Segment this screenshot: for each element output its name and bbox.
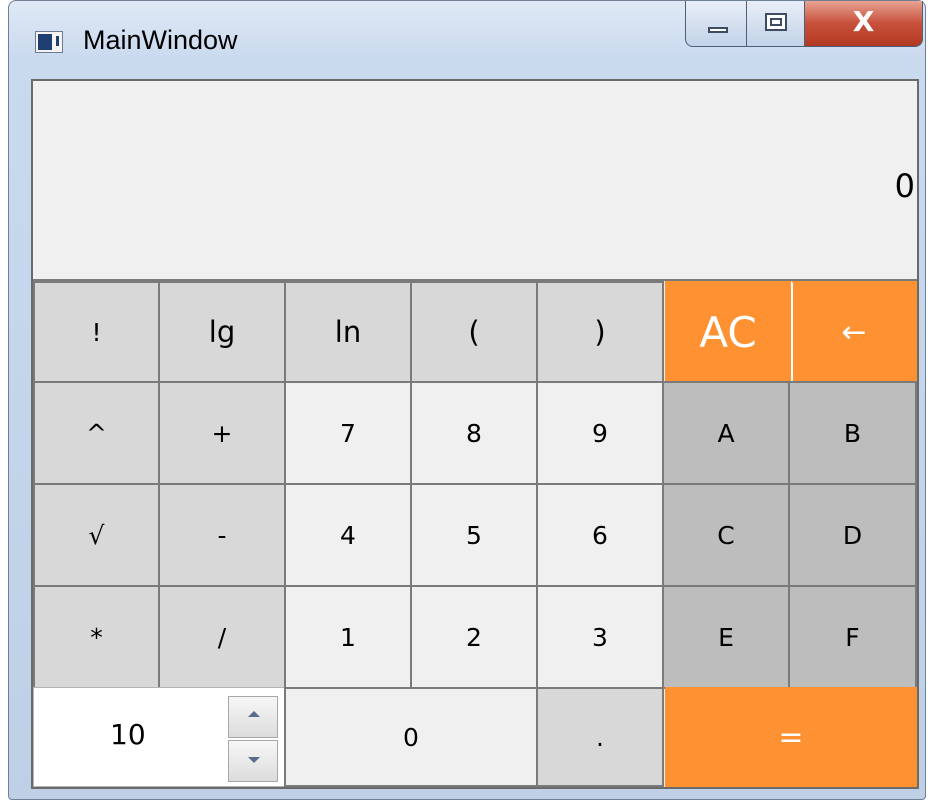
hex-d-button[interactable]: D	[788, 483, 917, 587]
sqrt-button[interactable]: √	[33, 483, 160, 587]
main-window: MainWindow X 0 ! lg ln ( ) AC ← ^ + 7 8 …	[8, 0, 926, 800]
title-bar[interactable]: MainWindow X	[9, 1, 925, 77]
backspace-button[interactable]: ←	[791, 281, 917, 383]
minus-button[interactable]: -	[158, 483, 286, 587]
open-paren-button[interactable]: (	[410, 281, 538, 383]
minimize-button[interactable]	[685, 1, 747, 47]
hex-a-button[interactable]: A	[662, 381, 790, 485]
arrow-down-icon	[248, 757, 260, 763]
close-icon: X	[852, 5, 875, 38]
hex-e-button[interactable]: E	[662, 585, 790, 689]
plus-button[interactable]: +	[158, 381, 286, 485]
caption-buttons: X	[685, 1, 923, 49]
minimize-icon	[708, 27, 728, 33]
digit-1-button[interactable]: 1	[284, 585, 412, 689]
close-button[interactable]: X	[805, 1, 923, 47]
spin-down-button[interactable]	[228, 740, 278, 782]
display-value: 0	[894, 167, 915, 205]
digit-3-button[interactable]: 3	[536, 585, 664, 689]
base-spinner[interactable]: 10	[33, 687, 285, 787]
hex-b-button[interactable]: B	[788, 381, 917, 485]
lg-button[interactable]: lg	[158, 281, 286, 383]
app-window-icon[interactable]	[35, 31, 63, 53]
digit-5-button[interactable]: 5	[410, 483, 538, 587]
digit-4-button[interactable]: 4	[284, 483, 412, 587]
maximize-icon	[765, 13, 787, 31]
digit-9-button[interactable]: 9	[536, 381, 664, 485]
digit-6-button[interactable]: 6	[536, 483, 664, 587]
factorial-button[interactable]: !	[33, 281, 160, 383]
base-value[interactable]: 10	[110, 718, 146, 751]
keypad: ! lg ln ( ) AC ← ^ + 7 8 9 A B √ - 4 5 6…	[33, 281, 917, 787]
multiply-button[interactable]: *	[33, 585, 160, 689]
equals-button[interactable]: =	[665, 687, 917, 787]
hex-c-button[interactable]: C	[662, 483, 790, 587]
hex-f-button[interactable]: F	[788, 585, 917, 689]
digit-7-button[interactable]: 7	[284, 381, 412, 485]
digit-8-button[interactable]: 8	[410, 381, 538, 485]
decimal-button[interactable]: .	[536, 687, 664, 787]
spin-up-button[interactable]	[228, 696, 278, 738]
digit-2-button[interactable]: 2	[410, 585, 538, 689]
divide-button[interactable]: /	[158, 585, 286, 689]
ln-button[interactable]: ln	[284, 281, 412, 383]
power-button[interactable]: ^	[33, 381, 160, 485]
clear-all-button[interactable]: AC	[665, 281, 791, 383]
calculator-body: 0 ! lg ln ( ) AC ← ^ + 7 8 9 A B √ - 4 5…	[31, 79, 919, 789]
maximize-button[interactable]	[747, 1, 805, 47]
digit-0-button[interactable]: 0	[284, 687, 538, 787]
close-paren-button[interactable]: )	[536, 281, 664, 383]
arrow-up-icon	[248, 711, 260, 717]
result-display: 0	[33, 81, 917, 281]
window-title: MainWindow	[83, 25, 238, 55]
